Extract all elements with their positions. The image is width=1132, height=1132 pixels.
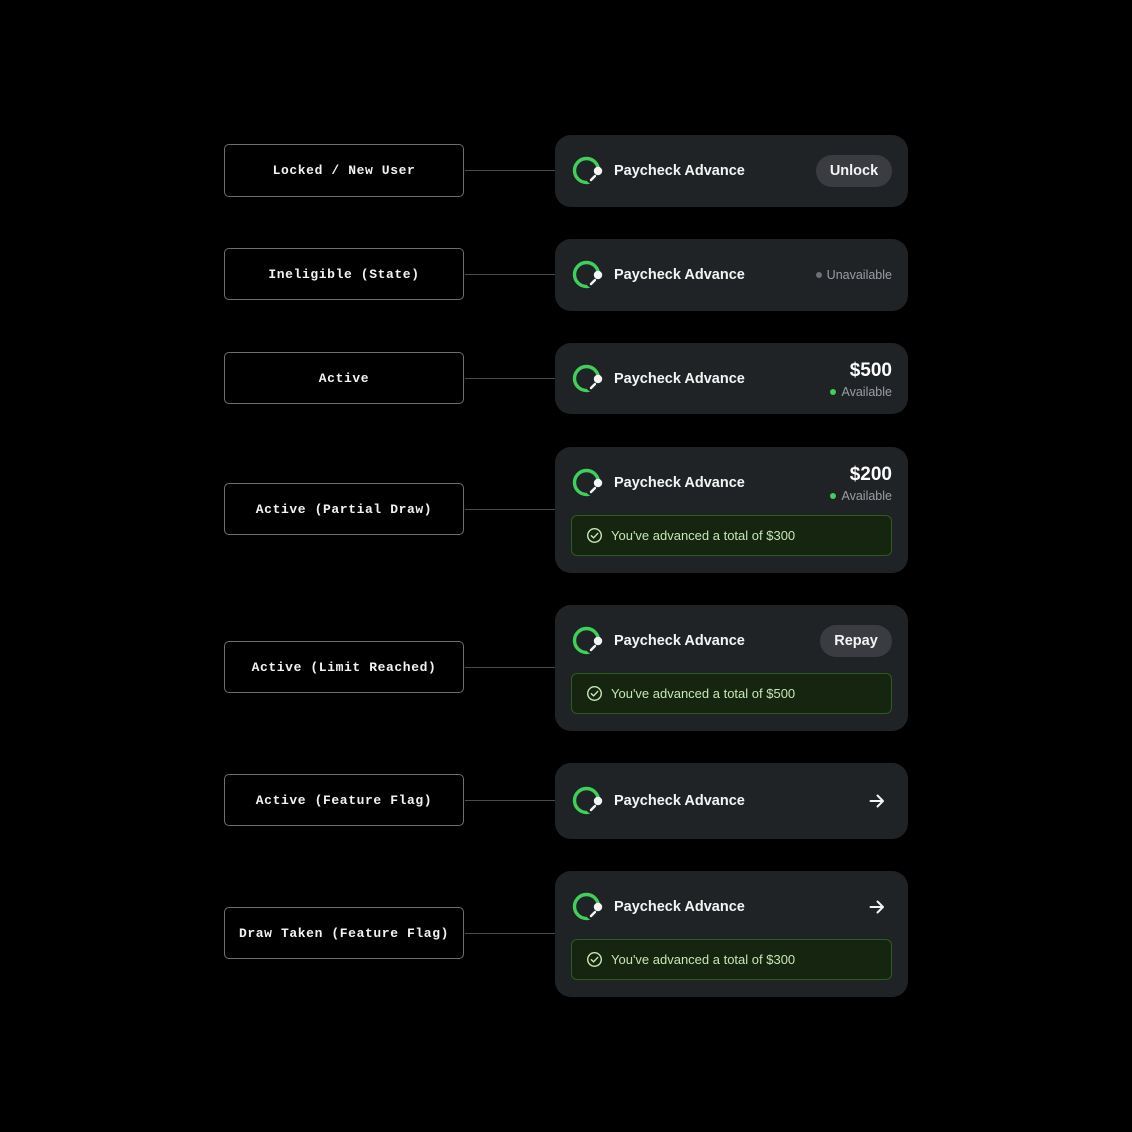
available-amount-block: $200 Available (830, 464, 892, 503)
status-dot-icon (815, 272, 822, 278)
status-badge: Unavailable (815, 268, 892, 282)
available-amount-block: $500 Available (830, 360, 892, 399)
check-circle-icon (586, 951, 603, 968)
check-circle-icon (586, 527, 603, 544)
paycheck-advance-logo-icon (572, 468, 603, 497)
state-label: Draw Taken (Feature Flag) (224, 907, 464, 959)
banner-text: You've advanced a total of $300 (611, 952, 796, 967)
paycheck-advance-logo-icon (572, 786, 603, 815)
paycheck-advance-card-ineligible[interactable]: Paycheck Advance Unavailable (555, 239, 908, 311)
status-badge: Available (830, 489, 892, 503)
available-amount: $500 (849, 359, 892, 381)
connector-line (465, 378, 555, 379)
connector-line (465, 274, 555, 275)
card-title: Paycheck Advance (614, 475, 745, 491)
paycheck-advance-logo-icon (572, 156, 603, 185)
paycheck-advance-logo-icon (572, 260, 603, 289)
paycheck-advance-card-draw-taken[interactable]: Paycheck Advance You've advanced a total… (555, 871, 908, 997)
connector-line (465, 667, 555, 668)
advance-total-banner: You've advanced a total of $500 (571, 673, 892, 714)
status-text: Available (841, 488, 892, 503)
arrow-right-icon[interactable] (868, 898, 886, 916)
available-amount: $200 (849, 463, 892, 485)
state-label: Active (Limit Reached) (224, 641, 464, 693)
card-title: Paycheck Advance (614, 163, 745, 179)
paycheck-advance-card-limit-reached[interactable]: Paycheck Advance Repay You've advanced a… (555, 605, 908, 731)
banner-text: You've advanced a total of $300 (611, 528, 796, 543)
paycheck-advance-card-feature-flag[interactable]: Paycheck Advance (555, 763, 908, 839)
connector-line (465, 170, 555, 171)
paycheck-advance-logo-icon (572, 364, 603, 393)
connector-line (465, 800, 555, 801)
banner-text: You've advanced a total of $500 (611, 686, 796, 701)
status-dot-icon (830, 492, 837, 499)
state-label: Ineligible (State) (224, 248, 464, 300)
unlock-button[interactable]: Unlock (816, 155, 892, 187)
card-title: Paycheck Advance (614, 899, 745, 915)
state-label: Locked / New User (224, 144, 464, 197)
paycheck-advance-logo-icon (572, 626, 603, 655)
paycheck-advance-card-locked[interactable]: Paycheck Advance Unlock (555, 135, 908, 207)
card-title: Paycheck Advance (614, 793, 745, 809)
status-text: Available (841, 384, 892, 399)
advance-total-banner: You've advanced a total of $300 (571, 515, 892, 556)
status-dot-icon (830, 388, 837, 395)
check-circle-icon (586, 685, 603, 702)
card-title: Paycheck Advance (614, 371, 745, 387)
card-title: Paycheck Advance (614, 633, 745, 649)
state-label: Active (Partial Draw) (224, 483, 464, 535)
advance-total-banner: You've advanced a total of $300 (571, 939, 892, 980)
card-title: Paycheck Advance (614, 267, 745, 283)
state-label: Active (224, 352, 464, 404)
status-badge: Available (830, 385, 892, 399)
connector-line (465, 509, 555, 510)
state-label: Active (Feature Flag) (224, 774, 464, 826)
repay-button[interactable]: Repay (820, 625, 892, 657)
connector-line (465, 933, 555, 934)
paycheck-advance-card-partial-draw[interactable]: Paycheck Advance $200 Available You've a… (555, 447, 908, 573)
arrow-right-icon[interactable] (868, 792, 886, 810)
paycheck-advance-logo-icon (572, 892, 603, 921)
status-text: Unavailable (826, 268, 892, 282)
paycheck-advance-card-active[interactable]: Paycheck Advance $500 Available (555, 343, 908, 414)
